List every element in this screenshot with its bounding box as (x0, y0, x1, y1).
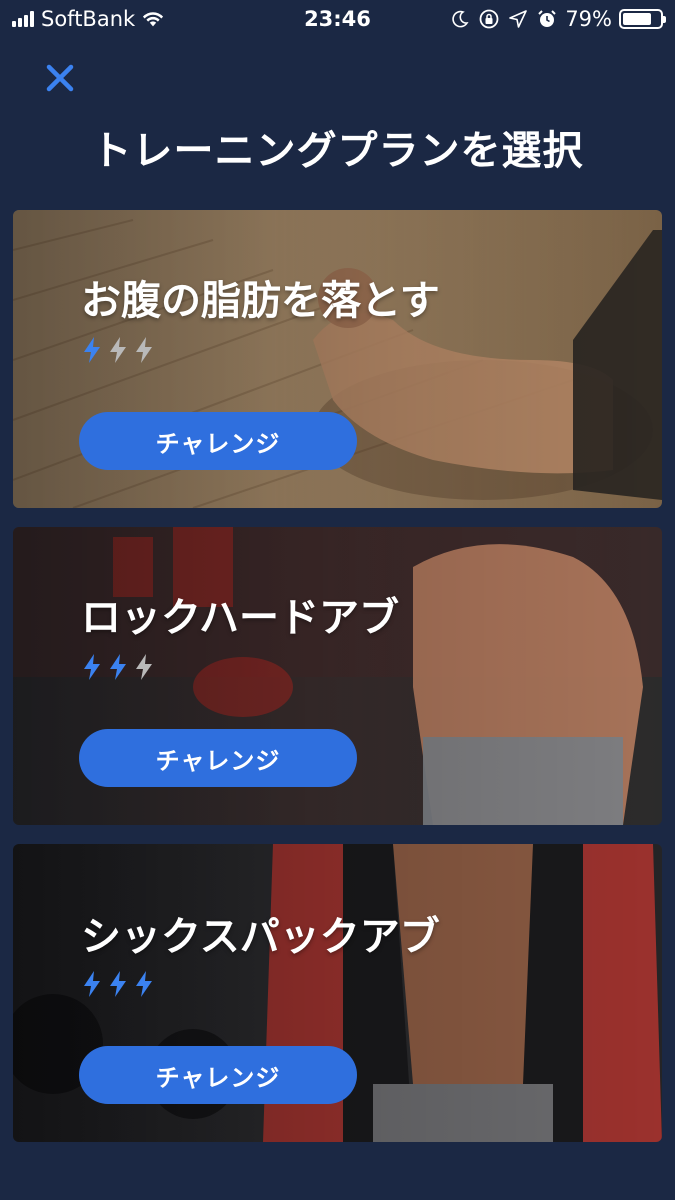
lightning-bolt-active-icon (110, 971, 126, 997)
plan-title: シックスパックアブ (81, 914, 440, 960)
challenge-button[interactable]: チャレンジ (79, 729, 357, 787)
status-left: SoftBank (12, 7, 164, 31)
moon-icon (449, 8, 471, 30)
signal-icon (12, 11, 34, 27)
close-icon (46, 64, 74, 92)
plan-title: お腹の脂肪を落とす (81, 278, 440, 324)
rotation-lock-icon (478, 8, 500, 30)
carrier-label: SoftBank (41, 7, 136, 31)
challenge-button[interactable]: チャレンジ (79, 412, 357, 470)
difficulty-rating (81, 336, 155, 364)
battery-icon (619, 9, 666, 29)
lightning-bolt-active-icon (136, 971, 152, 997)
wifi-icon (142, 8, 164, 30)
plan-card-belly-fat[interactable]: お腹の脂肪を落とす チャレンジ (13, 210, 662, 508)
difficulty-rating (81, 970, 155, 998)
lightning-bolt-inactive-icon (136, 337, 152, 363)
lightning-bolt-inactive-icon (110, 337, 126, 363)
status-bar: SoftBank 23:46 79% (0, 0, 675, 38)
difficulty-rating (81, 653, 155, 681)
location-icon (507, 8, 529, 30)
lightning-bolt-inactive-icon (136, 654, 152, 680)
alarm-icon (536, 8, 558, 30)
status-right: 79% (449, 7, 666, 31)
close-button[interactable] (42, 60, 78, 96)
page-title: トレーニングプランを選択 (91, 128, 584, 174)
plan-card-rock-hard-abs[interactable]: ロックハードアブ チャレンジ (13, 527, 662, 825)
battery-fill (623, 13, 652, 25)
lightning-bolt-active-icon (84, 337, 100, 363)
challenge-button[interactable]: チャレンジ (79, 1046, 357, 1104)
plan-card-six-pack-abs[interactable]: シックスパックアブ チャレンジ (13, 844, 662, 1142)
lightning-bolt-active-icon (110, 654, 126, 680)
plan-title: ロックハードアブ (81, 595, 399, 641)
lightning-bolt-active-icon (84, 971, 100, 997)
battery-percent: 79% (565, 7, 612, 31)
lightning-bolt-active-icon (84, 654, 100, 680)
